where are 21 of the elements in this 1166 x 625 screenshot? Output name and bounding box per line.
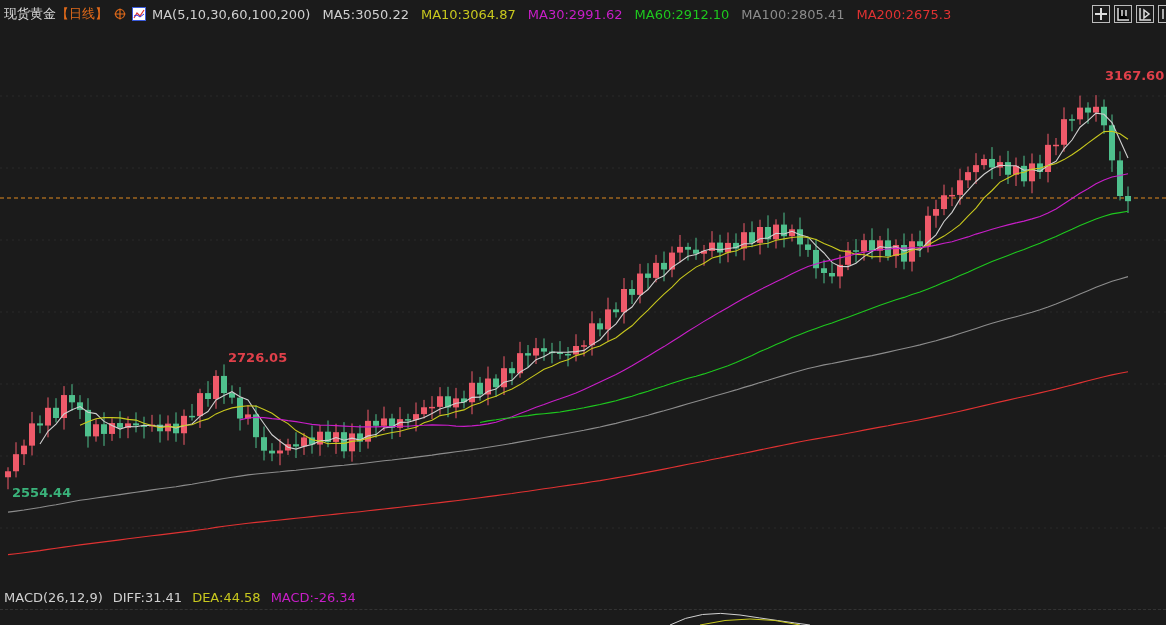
instrument-title: 现货黄金 bbox=[4, 5, 56, 23]
price-label: 3167.60 bbox=[1105, 68, 1165, 83]
ma-value: MA30:2991.62 bbox=[527, 6, 623, 22]
crosshair-circle-icon[interactable] bbox=[114, 8, 126, 20]
toolbar-icon[interactable] bbox=[1136, 5, 1154, 23]
ma-value: MA100:2805.41 bbox=[741, 6, 845, 22]
ma-value: MA200:2675.3 bbox=[856, 6, 952, 22]
ma-value: MA5:3050.22 bbox=[322, 6, 409, 22]
macd-value: MACD:-26.34 bbox=[270, 589, 356, 605]
macd-value: DIFF:31.41 bbox=[112, 589, 183, 605]
period-label[interactable]: 【日线】 bbox=[56, 5, 108, 23]
ma-value: MA60:2912.10 bbox=[634, 6, 730, 22]
macd-label: MACD(26,12,9) bbox=[4, 589, 103, 605]
line-chart-icon[interactable] bbox=[132, 7, 146, 21]
ma-value: MA10:3064.87 bbox=[420, 6, 516, 22]
price-label: 2554.44 bbox=[12, 485, 72, 500]
macd-value: DEA:44.58 bbox=[192, 589, 261, 605]
price-label: 2726.05 bbox=[228, 350, 288, 365]
toolbar-icon[interactable] bbox=[1114, 5, 1132, 23]
toolbar-icon[interactable] bbox=[1092, 5, 1110, 23]
indicator-label: MA(5,10,30,60,100,200) bbox=[152, 6, 311, 22]
